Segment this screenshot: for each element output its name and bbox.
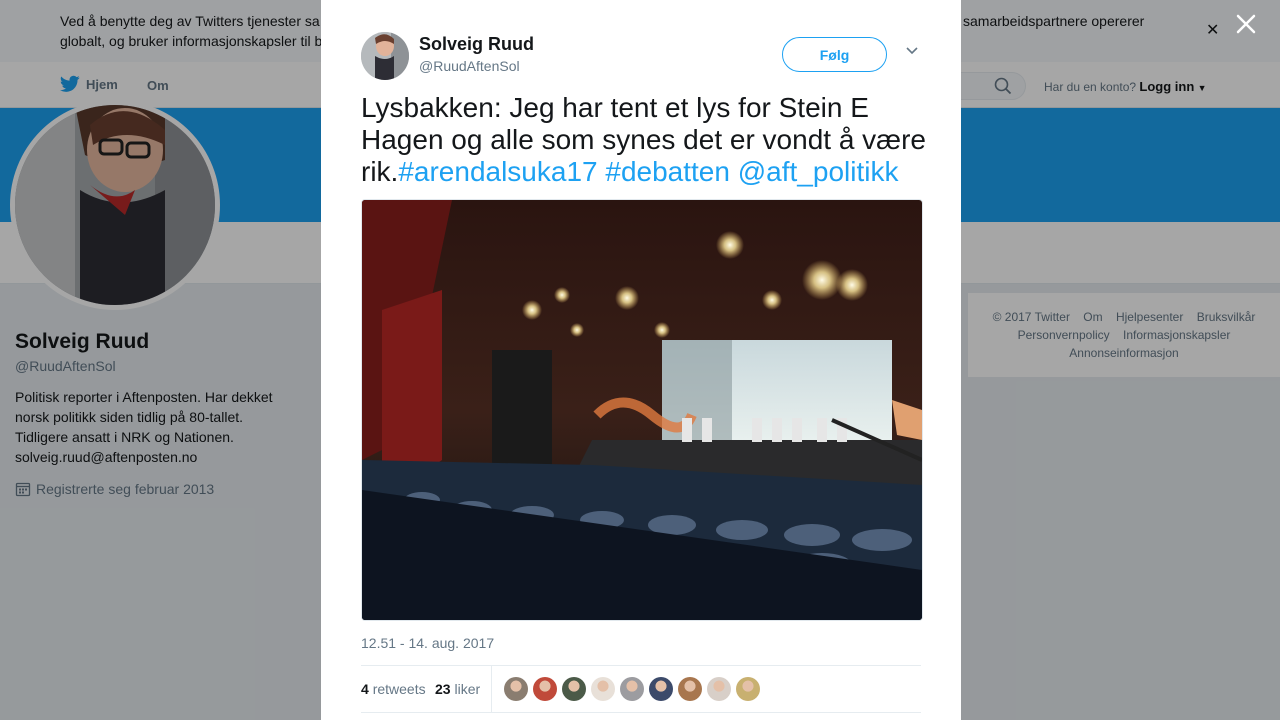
likes-count: 23 bbox=[435, 681, 451, 697]
retweets-count: 4 bbox=[361, 681, 369, 697]
liker-avatar[interactable] bbox=[678, 677, 702, 701]
likes-stat[interactable]: 23 liker bbox=[435, 681, 480, 697]
tweet-photo[interactable] bbox=[361, 199, 923, 621]
hashtag-link[interactable]: #debatten bbox=[605, 156, 730, 187]
tweet-author-handle[interactable]: @RuudAftenSol bbox=[419, 58, 520, 74]
chevron-down-icon[interactable] bbox=[905, 46, 919, 56]
liker-avatar[interactable] bbox=[591, 677, 615, 701]
stats-divider bbox=[491, 666, 492, 713]
liker-avatar[interactable] bbox=[504, 677, 528, 701]
liker-avatar[interactable] bbox=[620, 677, 644, 701]
tweet-timestamp[interactable]: 12.51 - 14. aug. 2017 bbox=[361, 635, 494, 651]
debate-stage-photo bbox=[362, 200, 922, 620]
close-icon[interactable] bbox=[1234, 12, 1258, 36]
tweet-text: Lysbakken: Jeg har tent et lys for Stein… bbox=[361, 92, 931, 188]
likes-label: liker bbox=[454, 681, 481, 697]
follow-button[interactable]: Følg bbox=[782, 37, 887, 72]
hashtag-link[interactable]: #arendalsuka17 bbox=[398, 156, 597, 187]
liker-avatar[interactable] bbox=[736, 677, 760, 701]
liker-avatar[interactable] bbox=[707, 677, 731, 701]
tweet-author-avatar[interactable] bbox=[361, 32, 409, 80]
author-photo bbox=[361, 32, 409, 80]
tweet-author-name[interactable]: Solveig Ruud bbox=[419, 34, 534, 55]
mention-link[interactable]: @aft_politikk bbox=[738, 156, 899, 187]
liker-avatar[interactable] bbox=[533, 677, 557, 701]
liker-avatars bbox=[504, 677, 765, 701]
tweet-modal: Solveig Ruud @RuudAftenSol Følg Lysbakke… bbox=[321, 0, 961, 720]
liker-avatar[interactable] bbox=[649, 677, 673, 701]
liker-avatar[interactable] bbox=[562, 677, 586, 701]
tweet-stats: 4 retweets 23 liker bbox=[361, 665, 921, 713]
retweets-label: retweets bbox=[372, 681, 426, 697]
retweets-stat[interactable]: 4 retweets bbox=[361, 681, 426, 697]
